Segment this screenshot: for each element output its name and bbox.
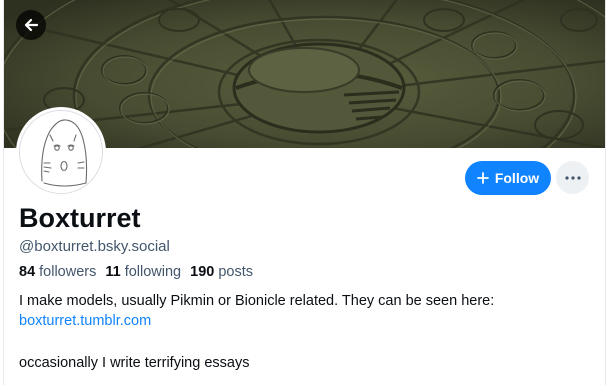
more-options-button[interactable] <box>556 161 589 194</box>
following-label: following <box>124 264 182 280</box>
posts-stat: 190 posts <box>190 262 253 282</box>
profile-stats: 84 followers 11 following 190 posts <box>19 262 253 282</box>
followers-stat[interactable]: 84 followers <box>19 262 96 282</box>
plus-icon <box>476 172 489 184</box>
followers-label: followers <box>39 264 97 280</box>
bio-link[interactable]: boxturret.tumblr.com <box>19 313 151 329</box>
profile-handle: @boxturret.bsky.social <box>19 238 170 255</box>
following-count: 11 <box>105 264 121 280</box>
back-button[interactable] <box>16 10 46 40</box>
follow-button-label: Follow <box>494 170 540 186</box>
followers-count: 84 <box>19 264 36 280</box>
avatar <box>19 110 103 194</box>
avatar-container[interactable] <box>16 107 106 197</box>
follow-button[interactable]: Follow <box>465 161 551 195</box>
profile-bio: I make models, usually Pikmin or Bionicl… <box>19 291 589 373</box>
ellipsis-icon <box>564 175 581 180</box>
profile-page: Follow Boxturret @boxturret.bsky.social … <box>3 0 606 385</box>
bio-text-line: occasionally I write terrifying essays <box>19 355 250 371</box>
arrow-left-icon <box>24 18 39 32</box>
display-name: Boxturret <box>19 203 141 233</box>
bio-text-line: I make models, usually Pikmin or Bionicl… <box>19 293 495 309</box>
posts-count: 190 <box>190 264 215 280</box>
following-stat[interactable]: 11 following <box>105 262 181 282</box>
posts-label: posts <box>218 264 253 280</box>
avatar-drawing <box>20 111 102 193</box>
